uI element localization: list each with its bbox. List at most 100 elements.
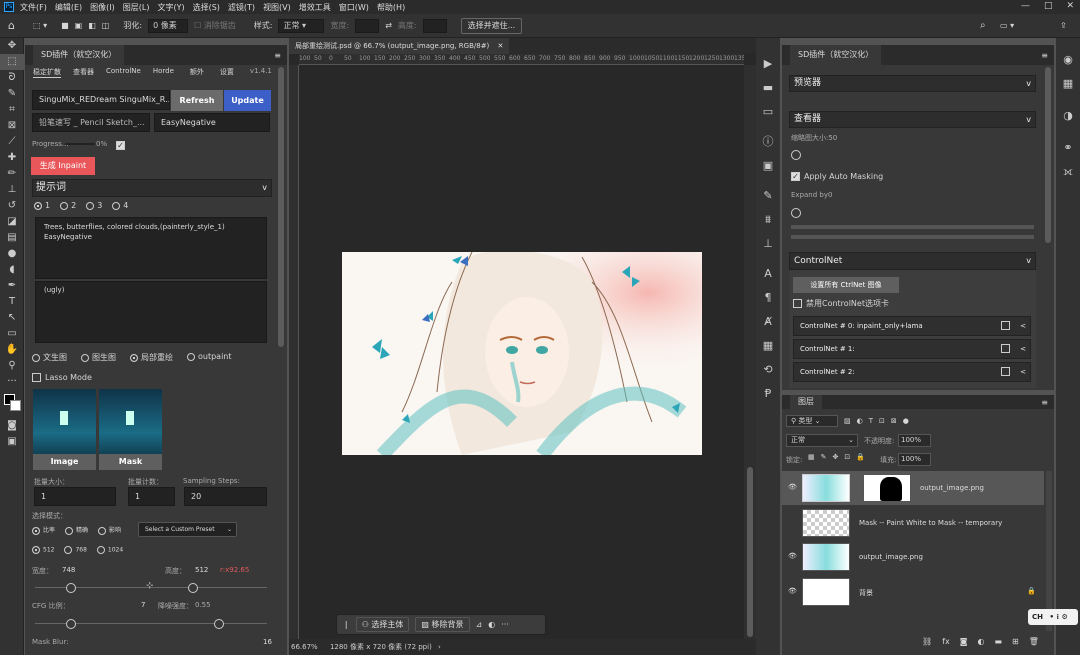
- res-512-option[interactable]: 512: [32, 546, 54, 554]
- marquee-tool-icon[interactable]: ⬚ ▾: [33, 21, 47, 30]
- pen-tool-icon[interactable]: ✒: [0, 278, 24, 294]
- batch-size-input[interactable]: 1: [34, 487, 116, 506]
- cfg-slider-knob[interactable]: [66, 619, 76, 629]
- negative-prompt-textarea[interactable]: (ugly): [35, 281, 267, 343]
- remove-background-button[interactable]: ▨ 移除背景: [415, 617, 470, 632]
- disable-controlnet-checkbox[interactable]: 禁用ControlNet选项卡: [793, 298, 889, 309]
- menu-plugins[interactable]: 增效工具: [299, 2, 331, 13]
- group-icon[interactable]: ▬: [994, 637, 1002, 646]
- lasso-mode-checkbox[interactable]: Lasso Mode: [32, 373, 92, 382]
- auto-mask-checkbox[interactable]: ✓ Apply Auto Masking: [791, 172, 883, 181]
- precise-option[interactable]: 精确: [65, 525, 88, 535]
- prompt-slot-1[interactable]: 1: [34, 201, 50, 210]
- menu-window[interactable]: 窗口(W): [339, 2, 369, 13]
- mode-txt2img[interactable]: 文生图: [32, 352, 67, 363]
- crop-tool-icon[interactable]: ⌗: [0, 102, 24, 118]
- adjustments-icon[interactable]: ◑: [1056, 104, 1080, 128]
- panel-menu-icon[interactable]: ≡: [274, 51, 281, 60]
- hand-tool-icon[interactable]: ✋: [0, 342, 24, 358]
- update-button[interactable]: Update: [224, 90, 271, 111]
- positive-prompt-textarea[interactable]: Trees, butterflies, colored clouds,(pain…: [35, 217, 267, 279]
- transform-icon[interactable]: ⊿: [476, 620, 483, 629]
- ime-indicator[interactable]: CH • ⁝ ⚙: [1028, 609, 1078, 625]
- menu-help[interactable]: 帮助(H): [377, 2, 405, 13]
- menu-edit[interactable]: 编辑(E): [55, 2, 82, 13]
- batch-count-input[interactable]: 1: [128, 487, 175, 506]
- eye-icon[interactable]: 👁: [788, 587, 797, 595]
- history-brush-icon[interactable]: ↺: [0, 198, 24, 214]
- menu-file[interactable]: 文件(F): [20, 2, 47, 13]
- subtab-horde[interactable]: Horde: [153, 67, 174, 78]
- chevron-left-icon[interactable]: <: [1020, 317, 1026, 335]
- controlnet-header[interactable]: ControlNet v: [789, 252, 1036, 270]
- document-tab[interactable]: 局部重绘测试.psd @ 66.7% (output_image.png, RG…: [289, 38, 510, 54]
- prompt-header[interactable]: 提示词 v: [32, 179, 272, 197]
- layers-scrollbar[interactable]: [1046, 471, 1052, 631]
- right-panel-scrollbar[interactable]: [1045, 67, 1051, 243]
- controlnet-unit-1[interactable]: ControlNet # 1: <: [793, 339, 1031, 359]
- controlnet-unit-0[interactable]: ControlNet # 0: inpaint_only+lama <: [793, 316, 1031, 336]
- swatches-icon[interactable]: ▦: [1056, 72, 1080, 96]
- filter-toggle-icon[interactable]: ●: [903, 417, 909, 425]
- character-icon[interactable]: A: [756, 262, 780, 286]
- lock-artboard-icon[interactable]: ⊡: [844, 453, 850, 461]
- more-tools-icon[interactable]: ···: [0, 374, 24, 390]
- link-icon[interactable]: ⊹: [146, 581, 154, 591]
- mode-img2img[interactable]: 图生图: [81, 352, 116, 363]
- background-color[interactable]: [10, 400, 21, 411]
- channels-icon[interactable]: ⚭: [1056, 136, 1080, 160]
- history-icon[interactable]: ▬: [756, 76, 780, 100]
- 3d-icon[interactable]: ⟲: [756, 358, 780, 382]
- play-icon[interactable]: ▶: [756, 52, 780, 76]
- lora-select[interactable]: 铅笔速写 _ Pencil Sketch_...: [32, 113, 150, 132]
- search-icon[interactable]: ⌕: [980, 20, 986, 31]
- link-layers-icon[interactable]: ⛓: [922, 637, 932, 646]
- clone-source-icon[interactable]: ⊥: [756, 232, 780, 256]
- prompt-slot-4[interactable]: 4: [112, 201, 128, 210]
- mode-outpaint[interactable]: outpaint: [187, 352, 232, 363]
- grid-icon[interactable]: ▦: [756, 334, 780, 358]
- close-tab-icon[interactable]: ✕: [498, 42, 504, 50]
- subtract-selection-icon[interactable]: ◧: [88, 21, 96, 30]
- menu-image[interactable]: 图像(I): [90, 2, 115, 13]
- panel-menu-icon[interactable]: ≡: [1041, 398, 1048, 407]
- subtab-settings[interactable]: 设置: [220, 67, 234, 78]
- canvas-scrollbar[interactable]: [744, 65, 756, 639]
- subtab-viewer[interactable]: 查看器: [73, 67, 94, 78]
- frame-tool-icon[interactable]: ⊠: [0, 118, 24, 134]
- share-icon[interactable]: ⇪: [1060, 21, 1067, 30]
- plugin-icon[interactable]: Ᵽ: [756, 382, 780, 406]
- menu-select[interactable]: 选择(S): [193, 2, 220, 13]
- minimize-button[interactable]: —: [1021, 1, 1030, 11]
- left-panel-tab[interactable]: SD插件（就空汉化）: [33, 45, 125, 65]
- stamp-tool-icon[interactable]: ⊥: [0, 182, 24, 198]
- info-icon[interactable]: ⓘ: [756, 130, 780, 154]
- swap-icon[interactable]: ⇄: [385, 21, 392, 30]
- menu-type[interactable]: 文字(Y): [157, 2, 184, 13]
- quick-select-tool-icon[interactable]: ✎: [0, 86, 24, 102]
- prompt-slot-3[interactable]: 3: [86, 201, 102, 210]
- width-slider-knob[interactable]: [66, 583, 76, 593]
- filter-type-icon[interactable]: T: [869, 417, 873, 425]
- canvas-area[interactable]: 100 50 0 50 100 150 200 250 300 350 400 450 500 550 60…: [289, 54, 756, 639]
- menu-layer[interactable]: 图层(L): [123, 2, 150, 13]
- blend-mode-select[interactable]: 正常 ⌄: [786, 434, 858, 447]
- maximize-button[interactable]: □: [1044, 1, 1053, 11]
- move-tool-icon[interactable]: ✥: [0, 38, 24, 54]
- more-options-icon[interactable]: ···: [501, 620, 509, 629]
- sliders-icon[interactable]: ⩩: [756, 208, 780, 232]
- opacity-input[interactable]: 100%: [898, 434, 931, 447]
- brush-tool-icon[interactable]: ✏: [0, 166, 24, 182]
- res-1024-option[interactable]: 1024: [96, 546, 123, 554]
- home-icon[interactable]: ⌂: [8, 19, 15, 32]
- adjustment-icon[interactable]: ◐: [977, 637, 984, 646]
- refresh-button[interactable]: Refresh: [171, 90, 223, 111]
- left-panel-scrollbar[interactable]: [278, 67, 284, 347]
- lock-pixels-icon[interactable]: ▦: [808, 453, 815, 461]
- color-icon[interactable]: ◉: [1056, 48, 1080, 72]
- checkbox-icon[interactable]: [1001, 367, 1010, 376]
- workspace-icon[interactable]: ▭ ▾: [1000, 21, 1014, 30]
- new-selection-icon[interactable]: ■: [61, 21, 69, 30]
- checkbox-icon[interactable]: [1001, 321, 1010, 330]
- layer-row-output-image[interactable]: 👁 output_image.png: [782, 540, 1044, 574]
